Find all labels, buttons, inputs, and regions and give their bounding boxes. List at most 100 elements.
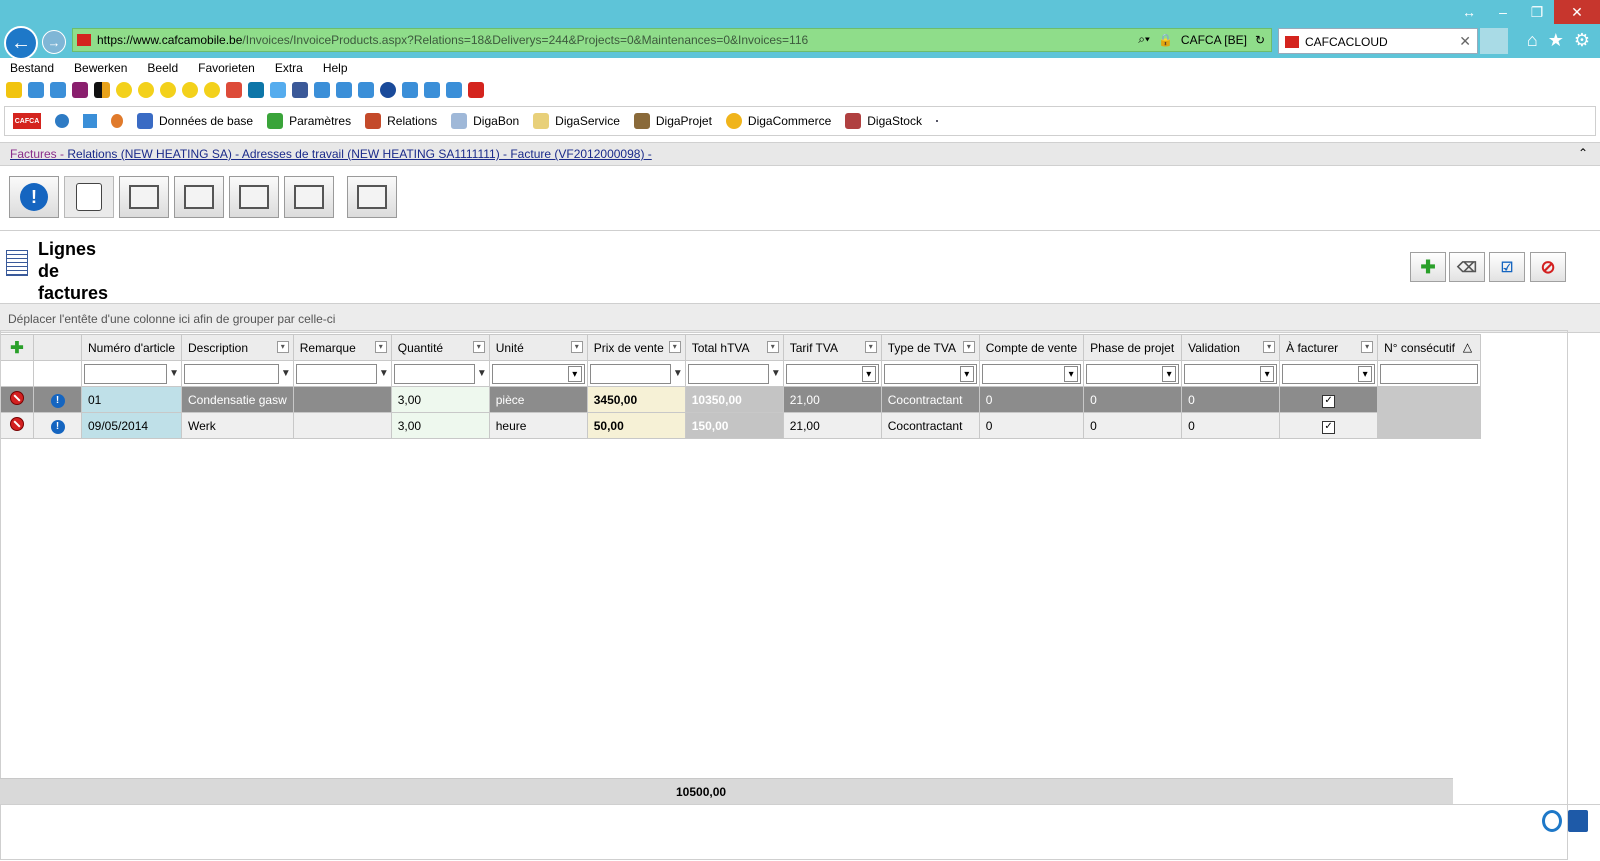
- filter-input[interactable]: [184, 363, 279, 384]
- globe-icon[interactable]: [380, 82, 396, 98]
- add-row-icon[interactable]: ✚: [0, 334, 34, 361]
- linkedin-icon[interactable]: [248, 82, 264, 98]
- cafca-logo[interactable]: CAFCA: [13, 113, 41, 129]
- delete-row-button[interactable]: [0, 412, 34, 439]
- filter-select[interactable]: [1282, 363, 1376, 384]
- toolbar-donnees-de-base[interactable]: Données de base: [137, 113, 253, 129]
- eraser-button[interactable]: ⌫: [1449, 252, 1485, 282]
- col-header[interactable]: Compte de vente: [978, 334, 1085, 361]
- col-header[interactable]: Phase de projet: [1083, 334, 1183, 361]
- filter-input[interactable]: [589, 363, 671, 384]
- col-header[interactable]: Type de TVA ▾: [880, 334, 980, 361]
- add-line-button[interactable]: ✚: [1410, 252, 1446, 282]
- breadcrumb-rest-link[interactable]: Relations (NEW HEATING SA) - Adresses de…: [64, 147, 651, 161]
- menu-beeld[interactable]: Beeld: [137, 58, 188, 78]
- filter-funnel-icon[interactable]: ▼: [281, 368, 291, 379]
- checkbox-checked[interactable]: ✓: [1322, 394, 1336, 408]
- menu-favorieten[interactable]: Favorieten: [188, 58, 265, 78]
- cell-article[interactable]: 01: [81, 386, 182, 413]
- chevron-down-icon[interactable]: ▾: [374, 341, 387, 353]
- col-header[interactable]: Unité ▾: [488, 334, 588, 361]
- row-info-button[interactable]: !: [33, 386, 82, 413]
- filter-funnel-icon[interactable]: ▼: [771, 368, 781, 379]
- cell-remarque[interactable]: [292, 412, 392, 439]
- filter-select[interactable]: [981, 363, 1082, 384]
- gear-icon[interactable]: ⚙: [1574, 30, 1590, 51]
- menu-help[interactable]: Help: [313, 58, 358, 78]
- flag-icon[interactable]: [94, 82, 110, 98]
- cell-description[interactable]: Werk: [181, 412, 294, 439]
- cell-prix[interactable]: 3450,00: [586, 386, 686, 413]
- chevron-down-icon[interactable]: ▾: [668, 341, 681, 353]
- resize-icon[interactable]: ↔: [1452, 0, 1486, 24]
- refresh-icon[interactable]: ↻: [1255, 33, 1265, 47]
- cell-validation[interactable]: 0: [1181, 386, 1281, 413]
- radiation-link-icon[interactable]: [116, 82, 132, 98]
- collapse-icon[interactable]: ⌃: [1578, 146, 1588, 160]
- chevron-down-icon[interactable]: ▾: [570, 341, 583, 353]
- payment-button[interactable]: [119, 176, 169, 218]
- filter-select[interactable]: [491, 363, 585, 384]
- cell-quantite[interactable]: 3,00: [390, 412, 490, 439]
- close-window-button[interactable]: ✕: [1554, 0, 1600, 24]
- toolbar-parametres[interactable]: Paramètres: [267, 113, 351, 129]
- ie-link-icon[interactable]: [314, 82, 330, 98]
- table-row[interactable]: ! 01 Condensatie gasw 3,00 pièce 3450,00…: [0, 386, 1482, 413]
- cell-tarif[interactable]: 21,00: [782, 412, 882, 439]
- col-header[interactable]: Quantité ▾: [390, 334, 490, 361]
- filter-input[interactable]: [687, 363, 769, 384]
- ie-link-icon[interactable]: [336, 82, 352, 98]
- restore-button[interactable]: ❐: [1520, 0, 1554, 24]
- ie-link-icon[interactable]: [28, 82, 44, 98]
- cell-type[interactable]: Cocontractant: [880, 386, 980, 413]
- menu-bewerken[interactable]: Bewerken: [64, 58, 137, 78]
- save-icon[interactable]: [1568, 810, 1588, 832]
- chevron-down-icon[interactable]: ▾: [472, 341, 485, 353]
- breadcrumb-factures-link[interactable]: Factures -: [10, 147, 64, 161]
- filter-input[interactable]: [1380, 363, 1479, 384]
- chevron-down-icon[interactable]: ▾: [864, 341, 877, 353]
- cancel-button[interactable]: ⊘: [1530, 252, 1566, 282]
- checklist-button[interactable]: ☑: [1489, 252, 1525, 282]
- col-header[interactable]: Validation ▾: [1181, 334, 1281, 361]
- toolbar-digaprojet[interactable]: DigaProjet: [633, 113, 712, 129]
- lock-icon[interactable]: 🔒: [1158, 33, 1173, 47]
- row-info-button[interactable]: !: [33, 412, 82, 439]
- cafca-link-icon[interactable]: [468, 82, 484, 98]
- favorites-star-icon[interactable]: ★: [1548, 30, 1564, 51]
- cell-validation[interactable]: 0: [1181, 412, 1281, 439]
- cell-remarque[interactable]: [292, 386, 392, 413]
- cell-prix[interactable]: 50,00: [586, 412, 686, 439]
- chevron-down-icon[interactable]: ▾: [962, 341, 975, 353]
- cell-phase[interactable]: 0: [1083, 386, 1183, 413]
- filter-input[interactable]: [295, 363, 377, 384]
- cell-unite[interactable]: heure: [488, 412, 588, 439]
- cell-unite[interactable]: pièce: [488, 386, 588, 413]
- checklist-icon[interactable]: [935, 120, 938, 122]
- user-icon[interactable]: [111, 114, 123, 128]
- cell-article[interactable]: 09/05/2014: [81, 412, 182, 439]
- favorites-star-icon[interactable]: [6, 82, 22, 98]
- new-tab-button[interactable]: [1480, 28, 1508, 54]
- col-header[interactable]: Prix de vente ▾: [586, 334, 686, 361]
- radiation-link-icon[interactable]: [182, 82, 198, 98]
- site-identity[interactable]: CAFCA [BE]: [1181, 33, 1247, 47]
- globe-icon[interactable]: [55, 114, 69, 128]
- blank-document-button[interactable]: [64, 176, 114, 218]
- ie-link-icon[interactable]: [424, 82, 440, 98]
- address-bar[interactable]: https://www.cafcamobile.be/Invoices/Invo…: [72, 28, 1272, 52]
- delete-row-button[interactable]: [0, 386, 34, 413]
- ie-link-icon[interactable]: [402, 82, 418, 98]
- print-button[interactable]: [284, 176, 334, 218]
- forward-button[interactable]: →: [42, 30, 66, 54]
- radiation-link-icon[interactable]: [160, 82, 176, 98]
- address-url[interactable]: https://www.cafcamobile.be/Invoices/Invo…: [97, 33, 808, 47]
- cell-quantite[interactable]: 3,00: [390, 386, 490, 413]
- google-plus-icon[interactable]: [226, 82, 242, 98]
- filter-funnel-icon[interactable]: ▼: [477, 368, 487, 379]
- group-by-panel[interactable]: Déplacer l'entête d'une colonne ici afin…: [0, 303, 1600, 333]
- cell-type[interactable]: Cocontractant: [880, 412, 980, 439]
- toolbar-digacommerce[interactable]: DigaCommerce: [725, 113, 831, 129]
- back-button[interactable]: ←: [4, 26, 38, 60]
- table-row[interactable]: ! 09/05/2014 Werk 3,00 heure 50,00 150,0…: [0, 412, 1482, 439]
